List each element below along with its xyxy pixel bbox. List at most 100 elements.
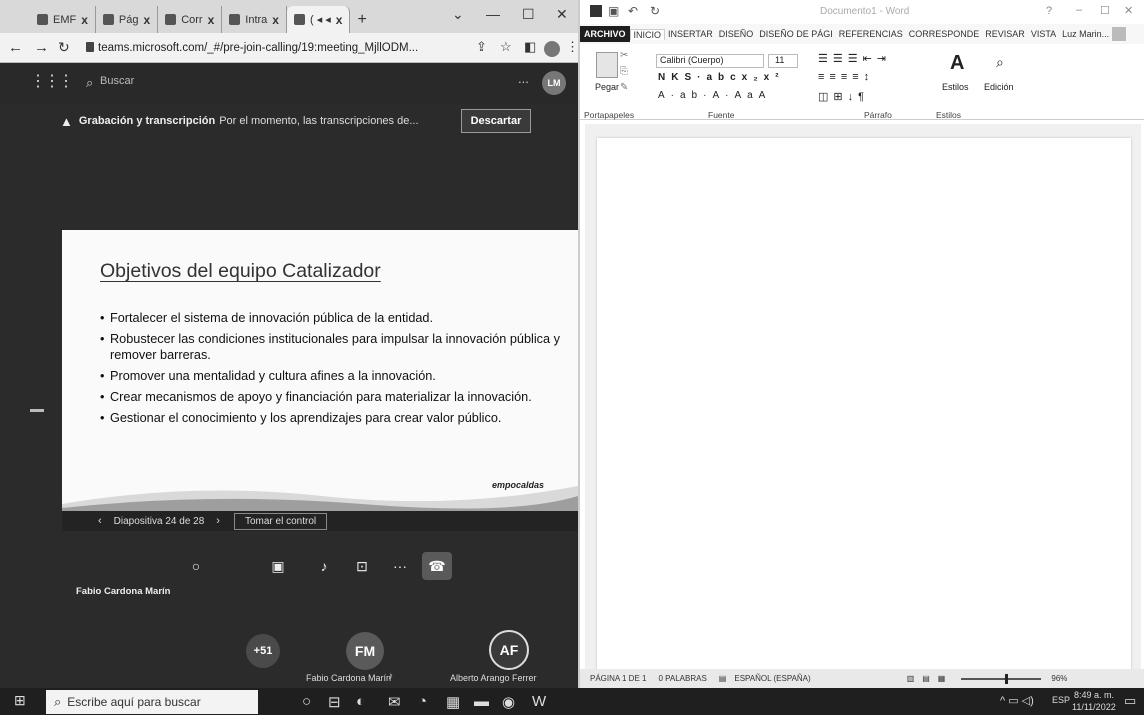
search-input[interactable]: Buscar bbox=[100, 75, 134, 87]
user-avatar[interactable] bbox=[1112, 27, 1127, 41]
dismiss-button[interactable]: Descartar bbox=[461, 109, 531, 133]
participant-avatar[interactable]: FM bbox=[346, 632, 384, 670]
format-buttons[interactable]: NKS·abcx₂x² bbox=[658, 72, 785, 83]
file-explorer-icon[interactable]: ▬ bbox=[474, 693, 489, 710]
paste-icon[interactable] bbox=[596, 52, 618, 78]
more-options-button[interactable]: ... bbox=[518, 71, 529, 86]
page-count[interactable]: PÁGINA 1 DE 1 bbox=[590, 674, 646, 683]
close-icon[interactable]: x bbox=[208, 13, 215, 27]
paragraph-buttons[interactable]: ◫⊞↓¶ bbox=[818, 90, 869, 103]
tab-diseno-pagina[interactable]: DISEÑO DE PÁGI bbox=[756, 29, 836, 39]
tab-search-icon[interactable]: ⌄ bbox=[452, 6, 464, 23]
forward-icon[interactable]: → bbox=[34, 39, 49, 56]
avatar[interactable]: LM bbox=[542, 71, 566, 95]
mail-icon[interactable]: ✉ bbox=[388, 693, 401, 711]
tab-correspondencia[interactable]: CORRESPONDE bbox=[906, 29, 983, 39]
user-account[interactable]: Luz Marin... bbox=[1059, 29, 1112, 39]
tab-archivo[interactable]: ARCHIVO bbox=[580, 26, 630, 42]
take-control-button[interactable]: Tomar el control bbox=[233, 512, 328, 530]
minimize-icon[interactable]: – bbox=[1076, 4, 1082, 16]
minimize-icon[interactable]: — bbox=[486, 6, 500, 22]
help-button[interactable]: ? bbox=[1046, 5, 1052, 17]
participant-overflow[interactable]: +51 bbox=[246, 634, 280, 668]
maximize-icon[interactable]: ☐ bbox=[522, 6, 535, 23]
widgets-icon[interactable]: ⊟ bbox=[328, 693, 341, 711]
font-name-select[interactable]: Calibri (Cuerpo) bbox=[656, 54, 764, 68]
document-page[interactable] bbox=[597, 138, 1131, 669]
redo-icon[interactable]: ↻ bbox=[650, 4, 660, 18]
save-icon[interactable]: ▣ bbox=[608, 4, 619, 18]
window-close-icon[interactable]: ✕ bbox=[1124, 4, 1133, 17]
view-buttons[interactable]: ▥▤▦ bbox=[907, 674, 954, 683]
share-screen-icon[interactable]: ⊡ bbox=[348, 552, 376, 580]
copy-icon[interactable]: ⎘ bbox=[620, 66, 628, 77]
styles-icon[interactable]: A bbox=[950, 52, 964, 75]
list-buttons[interactable]: ☰☰☰⇤⇥ bbox=[818, 52, 891, 65]
taskbar-search[interactable]: ⌕ Escribe aquí para buscar bbox=[46, 690, 258, 714]
maximize-icon[interactable]: ☐ bbox=[1100, 4, 1110, 17]
tab-vista[interactable]: VISTA bbox=[1028, 29, 1059, 39]
hang-up-icon[interactable]: ☎ bbox=[422, 552, 452, 580]
participant-avatar[interactable]: AF bbox=[489, 630, 529, 670]
find-binoculars-icon[interactable]: ⌕ bbox=[996, 54, 1004, 71]
panel-handle-icon[interactable] bbox=[30, 409, 44, 412]
edge-icon[interactable]: ◐ bbox=[356, 693, 365, 710]
proofing-icon[interactable]: ▤ bbox=[719, 674, 727, 683]
next-slide-icon[interactable]: › bbox=[216, 515, 220, 527]
close-icon[interactable]: x bbox=[336, 13, 343, 27]
tab-revisar[interactable]: REVISAR bbox=[982, 29, 1028, 39]
language-status[interactable]: ESPAÑOL (ESPAÑA) bbox=[734, 674, 810, 683]
tab-referencias[interactable]: REFERENCIAS bbox=[836, 29, 906, 39]
url-field[interactable]: teams.microsoft.com/_#/pre-join-calling/… bbox=[98, 38, 468, 59]
task-view-icon[interactable]: ○ bbox=[302, 693, 311, 710]
prev-slide-icon[interactable]: ‹ bbox=[98, 515, 102, 527]
tab-inicio[interactable]: INICIO bbox=[629, 28, 666, 40]
app-icon[interactable]: ◔ bbox=[418, 693, 427, 710]
input-language[interactable]: ESP bbox=[1052, 695, 1070, 705]
color-buttons[interactable]: A·ab·A·AaA bbox=[658, 90, 771, 101]
close-icon[interactable]: x bbox=[272, 13, 279, 27]
zoom-slider[interactable] bbox=[961, 673, 1042, 684]
mic-off-icon[interactable]: ♪ bbox=[310, 552, 338, 580]
browser-tab[interactable]: Corr x bbox=[158, 6, 223, 33]
calculator-icon[interactable]: ▦ bbox=[446, 693, 460, 711]
tab-label: EMF bbox=[53, 13, 77, 26]
format-painter-icon[interactable]: ✎ bbox=[620, 82, 628, 93]
windows-start-icon[interactable]: ⊞ bbox=[14, 692, 26, 709]
paste-button[interactable]: Pegar bbox=[595, 82, 619, 92]
bookmark-star-icon[interactable]: ☆ bbox=[500, 39, 512, 55]
taskbar-search-input[interactable]: Escribe aquí para buscar bbox=[67, 695, 200, 709]
clock-date[interactable]: 11/11/2022 bbox=[1072, 702, 1116, 712]
styles-button[interactable]: Estilos bbox=[942, 82, 969, 92]
word-count[interactable]: 0 PALABRAS bbox=[658, 674, 706, 683]
back-icon[interactable]: ← bbox=[8, 39, 23, 56]
font-size-select[interactable]: 11 bbox=[768, 54, 798, 68]
close-icon[interactable]: x bbox=[81, 13, 88, 27]
align-buttons[interactable]: ≡≡≡≡↕ bbox=[818, 71, 874, 83]
tab-diseno[interactable]: DISEÑO bbox=[716, 29, 757, 39]
browser-tab[interactable]: Intra x bbox=[222, 6, 287, 33]
cut-icon[interactable]: ✂ bbox=[620, 50, 628, 61]
profile-icon[interactable] bbox=[544, 41, 560, 57]
window-close-icon[interactable]: ✕ bbox=[556, 6, 568, 23]
camera-off-icon[interactable]: ▣ bbox=[264, 552, 292, 580]
tray-icons[interactable]: ^ ▭ ◁) bbox=[1000, 694, 1034, 707]
browser-tab-active[interactable]: ( ◂ ◂ x bbox=[286, 6, 351, 33]
new-tab-button[interactable]: + bbox=[350, 6, 373, 33]
chrome-icon[interactable]: ◉ bbox=[502, 693, 515, 711]
zoom-level[interactable]: 96% bbox=[1051, 674, 1067, 683]
clock-time[interactable]: 8:49 a. m. bbox=[1074, 690, 1114, 700]
notifications-icon[interactable]: ▭ bbox=[1124, 693, 1136, 709]
close-icon[interactable]: x bbox=[144, 13, 151, 27]
browser-tab[interactable]: EMF x bbox=[30, 6, 96, 33]
sidepanel-icon[interactable]: ◧ bbox=[524, 39, 536, 55]
reload-icon[interactable]: ↻ bbox=[58, 39, 70, 56]
editing-button[interactable]: Edición bbox=[984, 82, 1014, 92]
word-taskbar-icon[interactable]: W bbox=[532, 693, 546, 710]
app-launcher-icon[interactable]: ⋮⋮⋮ bbox=[30, 71, 74, 91]
more-actions-icon[interactable]: ··· bbox=[386, 552, 414, 580]
undo-icon[interactable]: ↶ bbox=[628, 4, 638, 18]
browser-tab[interactable]: Pág x bbox=[96, 6, 159, 33]
tab-insertar[interactable]: INSERTAR bbox=[665, 29, 716, 39]
share-icon[interactable]: ⇪ bbox=[476, 39, 487, 55]
